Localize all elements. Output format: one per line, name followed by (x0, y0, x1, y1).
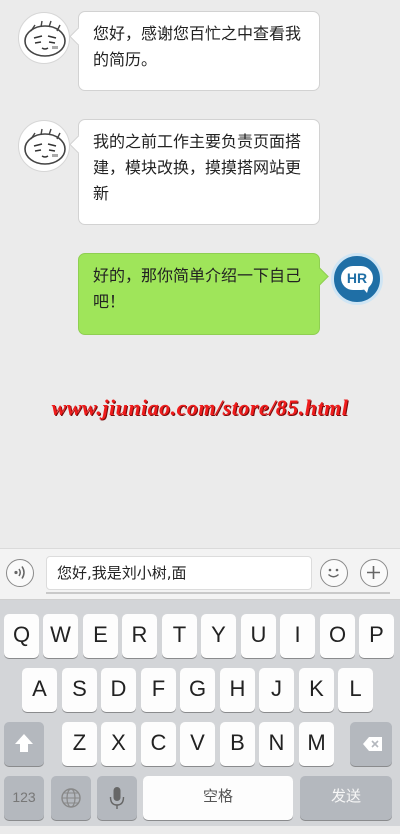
backspace-icon (363, 737, 382, 751)
key-b[interactable]: B (220, 722, 255, 766)
key-m[interactable]: M (299, 722, 334, 766)
numbers-key[interactable]: 123 (4, 776, 44, 820)
input-bar: 您好,我是刘小树,面 (0, 548, 400, 600)
shift-icon (15, 734, 33, 752)
message-bubble[interactable]: 我的之前工作主要负责页面搭建，模块改换，摸摸搭网站更新 (78, 119, 320, 225)
key-x[interactable]: X (101, 722, 136, 766)
key-u[interactable]: U (241, 614, 276, 658)
key-v[interactable]: V (180, 722, 215, 766)
message-text: 我的之前工作主要负责页面搭建，模块改换，摸摸搭网站更新 (93, 132, 302, 203)
key-f[interactable]: F (141, 668, 176, 712)
key-k[interactable]: K (299, 668, 334, 712)
backspace-key[interactable] (350, 722, 392, 766)
key-p[interactable]: P (359, 614, 394, 658)
message-text: 您好，感谢您百忙之中查看我的简历。 (93, 24, 302, 69)
key-j[interactable]: J (259, 668, 294, 712)
shift-key[interactable] (4, 722, 44, 766)
key-i[interactable]: I (280, 614, 315, 658)
candidate-avatar[interactable] (18, 12, 70, 64)
hr-avatar-label: HR (346, 270, 368, 286)
key-q[interactable]: Q (4, 614, 39, 658)
key-s[interactable]: S (62, 668, 97, 712)
key-e[interactable]: E (83, 614, 118, 658)
key-t[interactable]: T (162, 614, 197, 658)
key-w[interactable]: W (43, 614, 78, 658)
chat-area: 您好，感谢您百忙之中查看我的简历。 我的之前工作主要负责页面搭建，模块改换，摸摸… (0, 0, 400, 540)
emoji-icon[interactable] (320, 559, 348, 587)
key-o[interactable]: O (320, 614, 355, 658)
key-g[interactable]: G (180, 668, 215, 712)
candidate-avatar[interactable] (18, 120, 70, 172)
globe-key[interactable] (51, 776, 91, 820)
send-key[interactable]: 发送 (300, 776, 392, 820)
space-key[interactable]: 空格 (143, 776, 293, 820)
key-y[interactable]: Y (201, 614, 236, 658)
key-d[interactable]: D (101, 668, 136, 712)
key-l[interactable]: L (338, 668, 373, 712)
mic-key[interactable] (97, 776, 137, 820)
key-h[interactable]: H (220, 668, 255, 712)
message-bubble-outgoing[interactable]: 好的，那你简单介绍一下自己吧！ (78, 253, 320, 335)
key-c[interactable]: C (141, 722, 176, 766)
message-bubble[interactable]: 您好，感谢您百忙之中查看我的简历。 (78, 11, 320, 91)
voice-icon[interactable] (6, 559, 34, 587)
watermark: www.jiuniao.com/store/85.html (51, 395, 349, 420)
key-a[interactable]: A (22, 668, 57, 712)
key-z[interactable]: Z (62, 722, 97, 766)
hr-avatar[interactable]: HR (331, 253, 383, 305)
microphone-icon (109, 787, 125, 809)
key-r[interactable]: R (122, 614, 157, 658)
globe-icon (61, 788, 81, 808)
key-n[interactable]: N (259, 722, 294, 766)
message-text: 好的，那你简单介绍一下自己吧！ (93, 266, 302, 311)
speech-bubble-icon: HR (341, 266, 373, 293)
keyboard: Q W E R T Y U I O P A S D F G H J K L Z … (0, 600, 400, 826)
input-underline (46, 592, 390, 594)
plus-icon[interactable] (360, 559, 388, 587)
message-input[interactable]: 您好,我是刘小树,面 (46, 556, 312, 590)
